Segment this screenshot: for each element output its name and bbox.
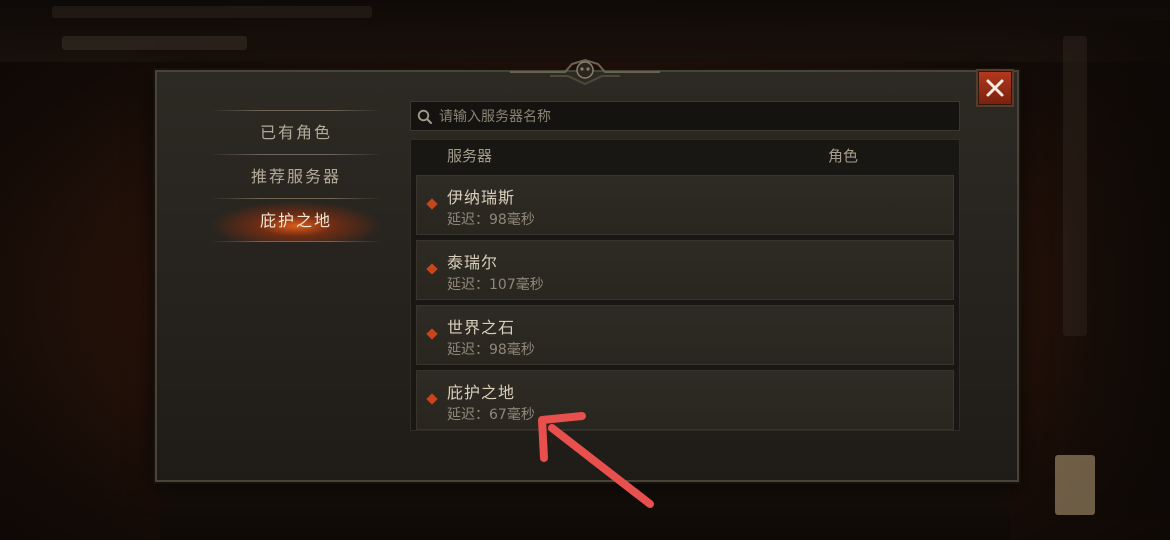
background-element (62, 36, 247, 50)
annotation-arrow-icon (538, 412, 654, 508)
sidebar-divider (210, 110, 382, 111)
search-input[interactable] (437, 105, 941, 129)
sidebar-divider (210, 198, 382, 199)
server-row[interactable]: 伊纳瑞斯 延迟：98毫秒 (416, 175, 954, 235)
sidebar-item-existing-characters[interactable]: 已有角色 (210, 113, 382, 153)
server-row[interactable]: 泰瑞尔 延迟：107毫秒 (416, 240, 954, 300)
diamond-icon (426, 198, 438, 210)
server-row[interactable]: 世界之石 延迟：98毫秒 (416, 305, 954, 365)
server-latency: 延迟：107毫秒 (447, 277, 544, 293)
server-latency: 延迟：98毫秒 (447, 342, 535, 358)
server-row[interactable]: 庇护之地 延迟：67毫秒 (416, 370, 954, 430)
sidebar-item-sanctuary[interactable]: 庇护之地 (210, 201, 382, 241)
skull-ornament-icon (510, 58, 660, 86)
background-element (52, 6, 372, 18)
search-icon (417, 109, 432, 124)
close-icon (986, 79, 1004, 97)
background-element (1055, 455, 1095, 515)
close-button[interactable] (976, 69, 1014, 107)
server-name: 世界之石 (447, 318, 516, 337)
server-latency: 延迟：67毫秒 (447, 407, 535, 423)
server-name: 庇护之地 (447, 383, 516, 402)
sidebar-divider (210, 154, 382, 155)
background-side-panel (1020, 20, 1170, 520)
server-search-box[interactable] (410, 101, 960, 131)
diamond-icon (426, 328, 438, 340)
background-element (1063, 36, 1087, 336)
sidebar-divider (210, 241, 382, 242)
sidebar-item-recommended-servers[interactable]: 推荐服务器 (210, 157, 382, 197)
column-header-server: 服务器 (447, 147, 493, 165)
diamond-icon (426, 263, 438, 275)
diamond-icon (426, 393, 438, 405)
server-name: 伊纳瑞斯 (447, 188, 516, 207)
server-name: 泰瑞尔 (447, 253, 499, 272)
column-header-character: 角色 (828, 147, 859, 165)
server-latency: 延迟：98毫秒 (447, 212, 535, 228)
